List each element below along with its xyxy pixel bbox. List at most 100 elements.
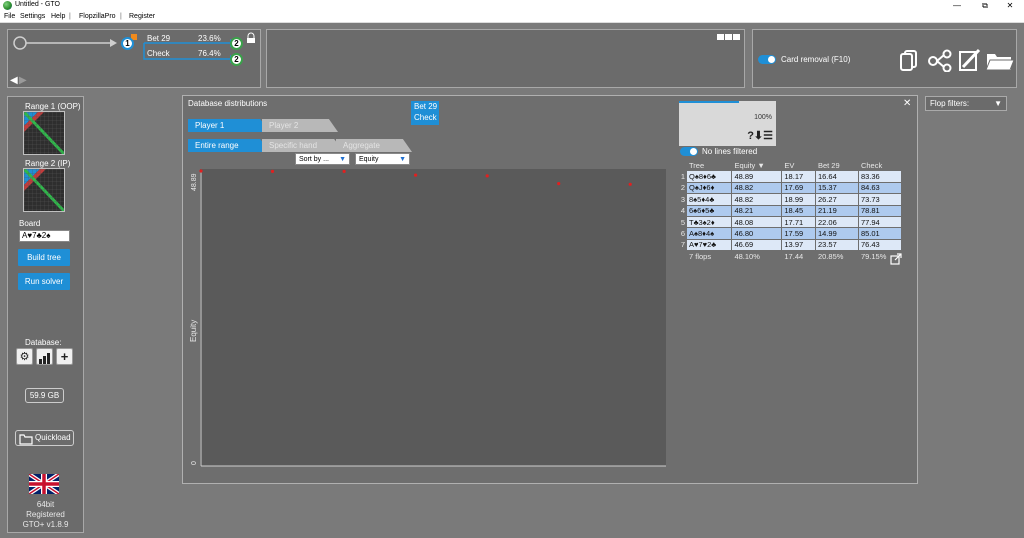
maximize-button[interactable]: ⧉ [971,0,999,12]
row-index: 2 [680,183,686,193]
line-preview-box[interactable]: 100% ?⬇☰ [679,101,776,146]
row-bet: 26.27 [814,193,859,206]
tree-node-bet-child[interactable]: 2 [230,37,243,50]
minimize-button[interactable]: — [943,0,971,12]
bet-action-label[interactable]: Bet 29 [147,34,170,43]
menu-separator: | [69,13,71,20]
no-lines-filter-toggle[interactable] [680,147,698,156]
table-row[interactable]: 4 6♠6♦5♣ 48.21 18.45 21.19 78.81 [680,204,903,217]
tree-node-1[interactable]: 1 [121,37,134,50]
layout-icon-1[interactable] [717,34,724,40]
preview-icons[interactable]: ?⬇☰ [747,129,773,142]
row-index: 5 [680,217,686,227]
preview-percent: 100% [754,114,772,121]
row-check: 73.73 [857,193,903,206]
row-equity: 48.21 [731,204,783,217]
chart-point [485,174,489,178]
table-row[interactable]: 2 Q♠J♦6♦ 48.82 17.69 15.37 84.63 [680,181,903,195]
layout-icon-3[interactable] [733,34,740,40]
footer-flops: 7 flops [689,251,712,261]
row-index: 4 [680,206,686,216]
action-check-label: Check [414,113,437,122]
row-flop: A♥7♥2♣ [685,238,733,252]
root-node-icon[interactable] [13,36,27,50]
flop-filters-dropdown[interactable]: Flop filters: ▼ [925,96,1007,111]
board-input[interactable]: A♥7♣2♠ [19,230,70,242]
tab-aggregate[interactable]: Aggregate [336,139,412,152]
tree-node-check-child[interactable]: 2 [230,53,243,66]
chart-point [199,169,203,173]
table-row[interactable]: 7 A♥7♥2♣ 46.69 13.97 23.57 76.43 [680,238,903,252]
copy-icon[interactable] [900,50,917,71]
row-equity: 48.08 [731,215,783,229]
y-axis-label: Equity [189,320,198,342]
layout-icon-2[interactable] [725,34,732,40]
range2-matrix[interactable] [23,168,65,212]
tab-player-1[interactable]: Player 1 [188,119,270,132]
row-check: 84.63 [857,181,903,195]
row-flop: 6♠6♦5♣ [685,204,733,217]
table-header-check[interactable]: Check [858,160,901,171]
forward-arrow-icon[interactable]: ▶ [19,75,27,86]
lock-icon[interactable] [247,38,255,43]
table-footer-row: 7 flops 48.10% 17.44 20.85% 79.15% [680,251,902,262]
uk-flag-icon[interactable] [29,474,59,494]
table-row[interactable]: 3 8♠5♦4♣ 48.82 18.99 26.27 73.73 [680,193,903,206]
row-check: 78.81 [857,204,903,217]
row-flop: Q♠8♦6♣ [685,170,733,183]
dialog-title: Database distributions [188,99,268,108]
menu-flopzillapro[interactable]: FlopzillaPro [79,13,116,20]
dialog-close-icon[interactable]: ✕ [903,98,911,109]
tab-player-2[interactable]: Player 2 [262,119,338,132]
action-filter-badge[interactable]: Bet 29 Check [411,101,439,125]
edit-icon[interactable] [959,48,981,71]
y-tick-label-bottom: 0 [191,461,198,465]
menu-bar: File Settings Help | FlopzillaPro | Regi… [0,12,1024,23]
table-row[interactable]: 5 T♣3♠2♦ 48.08 17.71 22.06 77.94 [680,215,903,229]
table-header-tree[interactable]: Tree [687,160,732,171]
menu-help[interactable]: Help [51,13,65,20]
chart-point [557,182,561,186]
flop-stats-table: Tree Equity ▼ EV Bet 29 Check 1 Q♠8♦6♣ 4… [679,159,903,263]
database-stats-icon[interactable] [36,348,53,365]
row-bet: 23.57 [814,238,859,252]
export-icon[interactable] [890,253,902,265]
database-size-badge: 59.9 GB [25,388,64,403]
close-window-button[interactable]: ✕ [996,0,1024,12]
y-tick-label-top: 48.89 [191,173,198,191]
tab-specific-hand[interactable]: Specific hand [262,139,344,152]
menu-register[interactable]: Register [129,13,155,20]
table-header-bet[interactable]: Bet 29 [815,160,858,171]
folder-icon [19,434,33,445]
table-header-ev[interactable]: EV [782,160,816,171]
chart-point [270,169,275,173]
check-action-label[interactable]: Check [147,49,170,58]
row-index: 7 [680,240,686,250]
build-tree-button[interactable]: Build tree [18,249,70,266]
database-add-icon[interactable]: + [56,348,73,365]
table-row[interactable]: 1 Q♠8♦6♣ 48.89 18.17 16.64 83.36 [680,170,903,183]
quickload-button[interactable]: Quickload [15,430,74,446]
open-folder-icon[interactable] [985,54,1015,71]
back-arrow-icon[interactable]: ◀ [10,75,18,86]
row-bet: 21.19 [814,204,859,217]
table-row[interactable]: 6 A♠8♦4♠ 46.80 17.59 14.99 85.01 [680,227,903,240]
run-solver-button[interactable]: Run solver [18,273,70,290]
range1-matrix[interactable] [23,111,65,155]
row-equity: 48.82 [731,181,783,195]
chevron-down-icon: ▼ [994,99,1002,108]
no-lines-filtered-label: No lines filtered [702,147,758,156]
row-check: 77.94 [857,215,903,229]
version-label: GTO+ v1.8.9 [22,520,69,529]
menu-settings[interactable]: Settings [20,13,45,20]
database-settings-icon[interactable]: ⚙ [16,348,33,365]
row-bet: 22.06 [814,215,859,229]
card-removal-toggle[interactable] [758,55,776,64]
menu-file[interactable]: File [4,13,15,20]
tab-entire-range[interactable]: Entire range [188,139,270,152]
row-ev: 18.99 [781,193,816,206]
table-header-equity[interactable]: Equity ▼ [732,160,782,171]
tree-structure-icon[interactable] [928,49,952,72]
footer-index [680,251,687,262]
range1-label: Range 1 (OOP) [25,102,81,111]
